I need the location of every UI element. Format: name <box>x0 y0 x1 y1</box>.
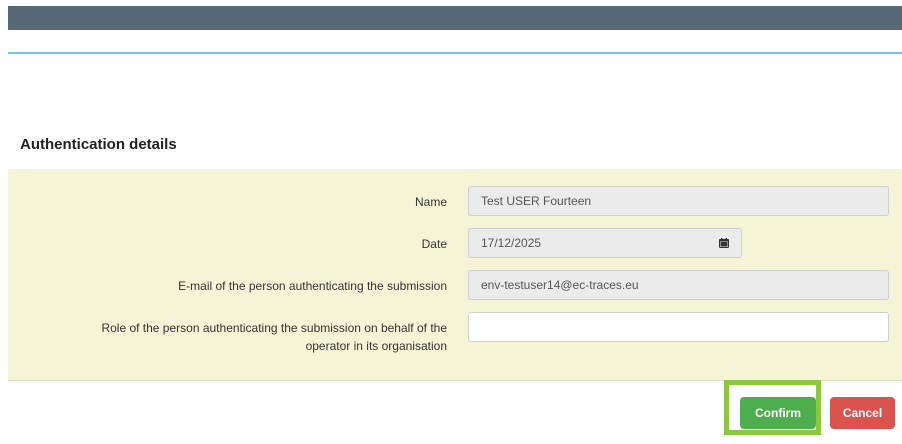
confirm-button[interactable]: Confirm <box>740 397 816 429</box>
name-label: Name <box>414 195 447 209</box>
role-label-line1: Role of the person authenticating the su… <box>101 321 447 335</box>
section-title: Authentication details <box>20 136 177 153</box>
header-divider <box>8 52 902 54</box>
date-field[interactable]: 17/12/2025 <box>468 228 707 258</box>
calendar-icon <box>718 238 729 248</box>
role-label-line2: operator in its organisation <box>305 339 447 353</box>
email-field[interactable]: env-testuser14@ec-traces.eu <box>468 270 889 300</box>
email-label: E-mail of the person authenticating the … <box>178 279 447 293</box>
date-picker-button[interactable] <box>706 228 742 258</box>
header-bar <box>8 6 902 30</box>
role-label: Role of the person authenticating the su… <box>47 319 447 355</box>
authentication-form-panel: Name Test USER Fourteen Date 17/12/2025 … <box>8 169 902 381</box>
date-label: Date <box>421 237 447 251</box>
name-field[interactable]: Test USER Fourteen <box>468 186 889 216</box>
cancel-button[interactable]: Cancel <box>830 397 895 429</box>
role-field[interactable] <box>468 312 889 342</box>
